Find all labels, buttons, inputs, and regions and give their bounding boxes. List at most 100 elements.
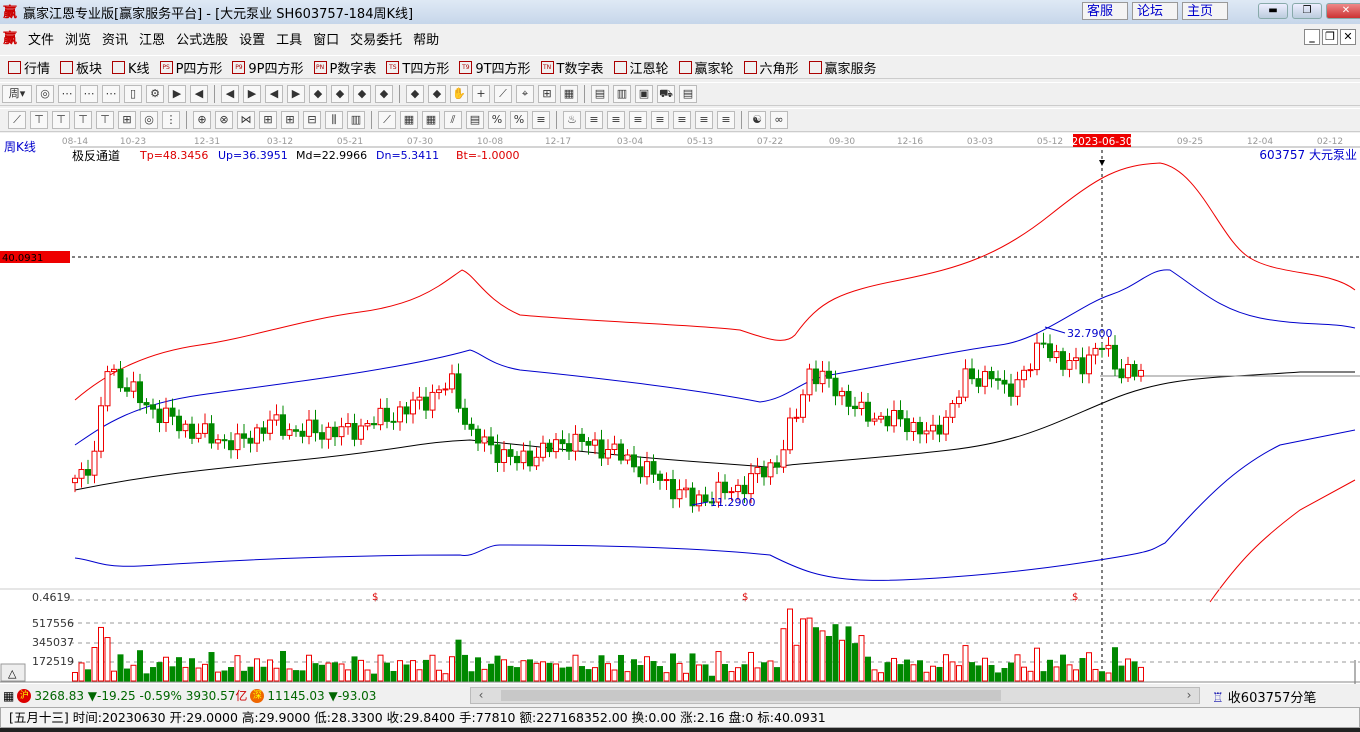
homepage-link[interactable]: 主页 — [1182, 2, 1228, 20]
customer-service-link[interactable]: 客服 — [1082, 2, 1128, 20]
tool-icon[interactable]: ≡ — [585, 111, 603, 129]
tool-icon[interactable]: + — [472, 85, 490, 103]
tool-icon[interactable]: ▤ — [591, 85, 609, 103]
tool-icon[interactable]: ⊞ — [259, 111, 277, 129]
forum-link[interactable]: 论坛 — [1132, 2, 1178, 20]
tool-icon[interactable]: ◆ — [353, 85, 371, 103]
tool-icon[interactable]: ∞ — [770, 111, 788, 129]
tool-icon[interactable]: ⊕ — [193, 111, 211, 129]
tool-icon[interactable]: ≡ — [673, 111, 691, 129]
tool-icon[interactable]: ⊤ — [30, 111, 48, 129]
menu-formula[interactable]: 公式选股 — [176, 29, 228, 48]
mdi-minimize-button[interactable]: _ — [1304, 29, 1320, 45]
tool-icon[interactable]: ◆ — [309, 85, 327, 103]
tool-icon[interactable]: ⋯ — [80, 85, 98, 103]
toolbar-8[interactable]: TN T数字表 — [540, 58, 604, 77]
tool-icon[interactable]: ◆ — [428, 85, 446, 103]
tool-icon[interactable]: ♨ — [563, 111, 581, 129]
scroll-thumb[interactable] — [501, 690, 1001, 701]
kline-chart[interactable]: 08-14 10-23 12-31 03-12 05-21 07-30 10-08 12-17… — [0, 133, 1360, 684]
tool-icon[interactable]: ≡ — [532, 111, 550, 129]
tool-icon[interactable]: ⊤ — [74, 111, 92, 129]
menu-browse[interactable]: 浏览 — [65, 29, 91, 48]
tool-icon[interactable]: ⋈ — [237, 111, 255, 129]
sh-index[interactable]: 3268.83 ▼-19.25 -0.59% 3930.57 — [34, 689, 235, 703]
chart-area[interactable]: 08-14 10-23 12-31 03-12 05-21 07-30 10-08 12-17… — [0, 133, 1360, 684]
menu-file[interactable]: 文件 — [28, 29, 54, 48]
tool-icon[interactable]: ⟋ — [8, 111, 26, 129]
menu-help[interactable]: 帮助 — [413, 29, 439, 48]
toolbar-1[interactable]: 板块 — [60, 58, 102, 77]
tool-icon[interactable]: ▥ — [347, 111, 365, 129]
tool-icon[interactable]: ▣ — [635, 85, 653, 103]
tool-icon[interactable]: ⟋ — [378, 111, 396, 129]
menu-trade[interactable]: 交易委托 — [350, 29, 402, 48]
tool-icon[interactable]: ⊤ — [52, 111, 70, 129]
tool-icon[interactable]: ⋮ — [162, 111, 180, 129]
receive-ticks[interactable]: ♖ 收603757分笔 — [1212, 687, 1316, 706]
quote-table-icon[interactable]: ▦ — [3, 689, 14, 703]
tool-icon[interactable]: ▤ — [466, 111, 484, 129]
tool-icon[interactable]: ⊤ — [96, 111, 114, 129]
ticker-scrollbar[interactable]: ‹ › — [470, 687, 1200, 704]
tool-icon[interactable]: ◀ — [190, 85, 208, 103]
tool-icon[interactable]: ⊞ — [281, 111, 299, 129]
tool-icon[interactable]: ✋ — [450, 85, 468, 103]
tool-icon[interactable]: ⊗ — [215, 111, 233, 129]
tool-icon[interactable]: ⋯ — [102, 85, 120, 103]
tool-icon[interactable]: ▦ — [400, 111, 418, 129]
tool-icon[interactable]: ⫼ — [325, 111, 343, 129]
tool-icon[interactable]: ⟋ — [494, 85, 512, 103]
tool-icon[interactable]: ▦ — [422, 111, 440, 129]
tool-icon[interactable]: ⫽ — [444, 111, 462, 129]
tool-icon[interactable]: ◆ — [375, 85, 393, 103]
mdi-restore-button[interactable]: ❐ — [1322, 29, 1338, 45]
tool-icon[interactable]: % — [488, 111, 506, 129]
tool-icon[interactable]: ⌖ — [516, 85, 534, 103]
restore-button[interactable]: ❐ — [1292, 3, 1322, 19]
toolbar-9[interactable]: 江恩轮 — [613, 58, 669, 77]
tool-icon[interactable]: ⛟ — [657, 85, 675, 103]
tool-icon[interactable]: ≡ — [607, 111, 625, 129]
menu-window[interactable]: 窗口 — [313, 29, 339, 48]
tool-icon[interactable]: ◎ — [140, 111, 158, 129]
tool-icon[interactable]: ▦ — [560, 85, 578, 103]
toolbar-5[interactable]: PN P数字表 — [313, 58, 376, 77]
mdi-close-button[interactable]: ✕ — [1340, 29, 1356, 45]
toolbar-6[interactable]: TS T四方形 — [386, 58, 449, 77]
tool-icon[interactable]: ⚙ — [146, 85, 164, 103]
menu-info[interactable]: 资讯 — [102, 29, 128, 48]
close-button[interactable]: ✕ — [1326, 3, 1360, 19]
tool-icon[interactable]: % — [510, 111, 528, 129]
tool-icon[interactable]: ☯ — [748, 111, 766, 129]
triangle-up-icon[interactable]: △ — [8, 667, 17, 680]
tool-icon[interactable]: ◎ — [36, 85, 54, 103]
tool-icon[interactable]: ◀ — [265, 85, 283, 103]
period-select[interactable]: 周▾ — [2, 85, 32, 103]
scroll-right-icon[interactable]: › — [1179, 688, 1199, 703]
scroll-left-icon[interactable]: ‹ — [471, 688, 491, 703]
menu-tools[interactable]: 工具 — [276, 29, 302, 48]
tool-icon[interactable]: ≡ — [629, 111, 647, 129]
tool-icon[interactable]: ◀ — [221, 85, 239, 103]
tool-icon[interactable]: ▤ — [679, 85, 697, 103]
tool-icon[interactable]: ▶ — [243, 85, 261, 103]
tool-icon[interactable]: ▶ — [287, 85, 305, 103]
tool-icon[interactable]: ≡ — [695, 111, 713, 129]
tool-icon[interactable]: ▥ — [613, 85, 631, 103]
tool-icon[interactable]: ◆ — [331, 85, 349, 103]
toolbar-12[interactable]: 赢家服务 — [808, 58, 877, 77]
tool-icon[interactable]: ◆ — [406, 85, 424, 103]
menu-settings[interactable]: 设置 — [239, 29, 265, 48]
minimize-button[interactable]: ▬ — [1258, 3, 1288, 19]
sz-index[interactable]: 11145.03 ▼-93.03 -0.83% 4970.20 — [267, 689, 377, 703]
tool-icon[interactable]: ▯ — [124, 85, 142, 103]
tool-icon[interactable]: ⊞ — [538, 85, 556, 103]
toolbar-0[interactable]: 行情 — [8, 58, 50, 77]
tool-icon[interactable]: ▶ — [168, 85, 186, 103]
toolbar-11[interactable]: 六角形 — [743, 58, 799, 77]
tool-icon[interactable]: ≡ — [651, 111, 669, 129]
toolbar-7[interactable]: T9 9T四方形 — [459, 58, 531, 77]
tool-icon[interactable]: ⋯ — [58, 85, 76, 103]
toolbar-3[interactable]: PS P四方形 — [159, 58, 222, 77]
